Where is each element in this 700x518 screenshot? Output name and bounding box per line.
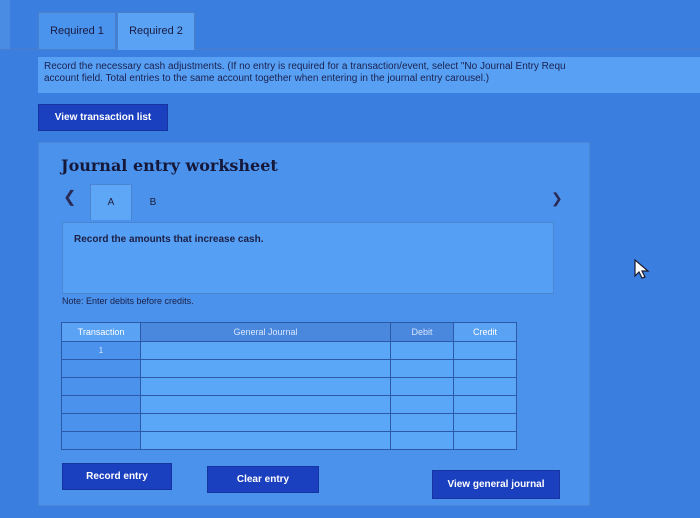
table-row: [61, 431, 517, 450]
debit-input[interactable]: [390, 377, 454, 396]
table-row: 1: [61, 341, 517, 360]
instruction-line-2: account field. Total entries to the same…: [44, 73, 490, 84]
record-entry-button[interactable]: Record entry: [62, 463, 172, 490]
view-transaction-list-button[interactable]: View transaction list: [38, 104, 168, 131]
column-header-transaction: Transaction: [61, 322, 141, 342]
transaction-cell: [61, 377, 141, 396]
transaction-cell: [61, 395, 141, 414]
clear-entry-button[interactable]: Clear entry: [207, 466, 319, 493]
chevron-right-icon[interactable]: ❯: [551, 190, 563, 207]
tab-required-2[interactable]: Required 2: [117, 12, 195, 50]
general-journal-input[interactable]: [140, 359, 391, 378]
subtab-label: A: [107, 197, 115, 208]
credit-input[interactable]: [453, 341, 517, 360]
credit-input[interactable]: [453, 431, 517, 450]
debits-credits-note: Note: Enter debits before credits.: [62, 296, 194, 306]
instruction-banner: Record the necessary cash adjustments. (…: [38, 57, 700, 93]
credit-input[interactable]: [453, 413, 517, 432]
instruction-line-1: Record the necessary cash adjustments. (…: [44, 61, 566, 72]
table-row: [61, 395, 517, 414]
entry-description-text: Record the amounts that increase cash.: [74, 234, 264, 245]
general-journal-input[interactable]: [140, 341, 391, 360]
debit-input[interactable]: [390, 341, 454, 360]
debit-input[interactable]: [390, 359, 454, 378]
general-journal-input[interactable]: [140, 431, 391, 450]
table-row: [61, 413, 517, 432]
table-row: [61, 377, 517, 396]
tab-label: Required 2: [129, 25, 183, 37]
column-header-general-journal: General Journal: [140, 322, 391, 342]
mouse-cursor-icon: [634, 258, 650, 279]
credit-input[interactable]: [453, 359, 517, 378]
column-header-debit: Debit: [390, 322, 454, 342]
transaction-cell: [61, 359, 141, 378]
journal-entry-table: Transaction General Journal Debit Credit…: [61, 322, 517, 450]
transaction-cell: 1: [61, 341, 141, 360]
subtab-a[interactable]: A: [90, 184, 132, 220]
worksheet-title: Journal entry worksheet: [61, 156, 278, 175]
debit-input[interactable]: [390, 395, 454, 414]
chevron-left-icon[interactable]: ❮: [63, 187, 76, 207]
subtab-label: B: [149, 196, 157, 208]
transaction-cell: [61, 413, 141, 432]
tab-label: Required 1: [50, 25, 104, 37]
general-journal-input[interactable]: [140, 377, 391, 396]
credit-input[interactable]: [453, 377, 517, 396]
debit-input[interactable]: [390, 413, 454, 432]
general-journal-input[interactable]: [140, 413, 391, 432]
subtab-b[interactable]: B: [134, 184, 172, 220]
view-general-journal-button[interactable]: View general journal: [432, 470, 560, 499]
table-row: [61, 359, 517, 378]
entry-description: Record the amounts that increase cash.: [62, 222, 554, 294]
debit-input[interactable]: [390, 431, 454, 450]
column-header-credit: Credit: [453, 322, 517, 342]
credit-input[interactable]: [453, 395, 517, 414]
tab-required-1[interactable]: Required 1: [38, 12, 116, 50]
transaction-cell: [61, 431, 141, 450]
left-edge-strip: [0, 0, 10, 50]
general-journal-input[interactable]: [140, 395, 391, 414]
